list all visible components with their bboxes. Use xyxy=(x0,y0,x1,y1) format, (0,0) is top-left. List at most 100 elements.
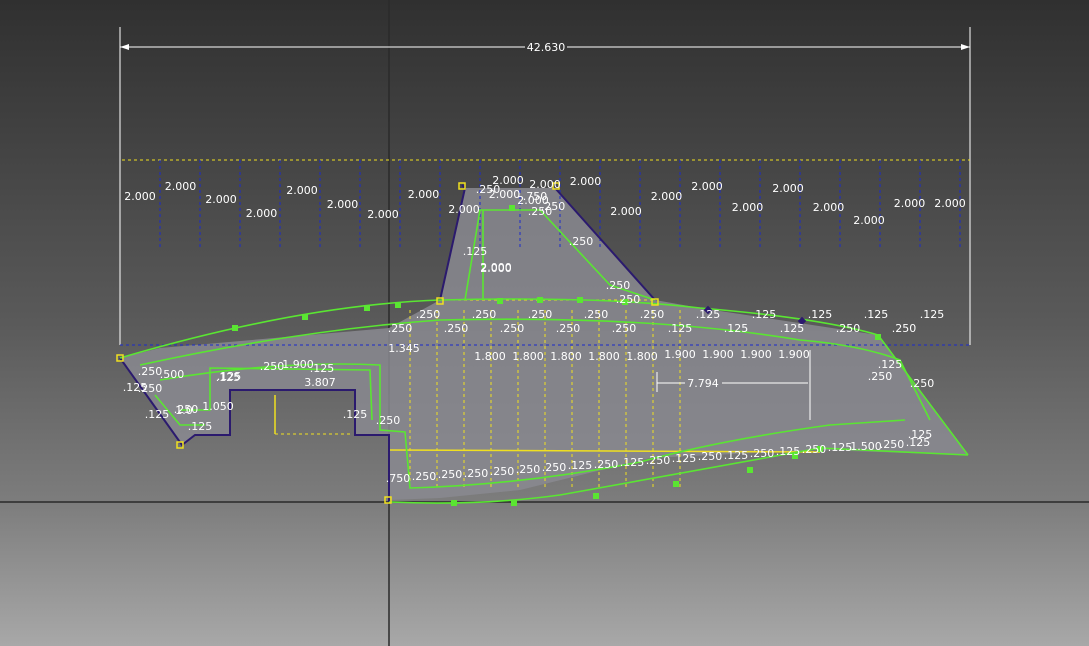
station-dimension[interactable]: 1.800 xyxy=(588,350,620,363)
sketch-point[interactable] xyxy=(395,302,401,308)
left-dimension[interactable]: .250 xyxy=(138,365,163,378)
top-spacing-dimension[interactable]: 2.000 xyxy=(367,208,399,221)
top-spacing-dimension[interactable]: 2.000 xyxy=(651,190,683,203)
sketch-point[interactable] xyxy=(232,325,238,331)
middle-dimension[interactable]: .125 xyxy=(808,308,833,321)
left-dimension[interactable]: .250 xyxy=(376,414,401,427)
top-spacing-dimension[interactable]: 2.000 xyxy=(732,201,764,214)
bottom-dimension[interactable]: .250 xyxy=(802,443,827,456)
bottom-dimension[interactable]: .125 xyxy=(724,449,749,462)
sketch-point[interactable] xyxy=(302,314,308,320)
sketch-point[interactable] xyxy=(511,500,517,506)
fin-dimension[interactable]: .250 xyxy=(476,183,501,196)
bottom-dimension[interactable]: .250 xyxy=(412,470,437,483)
station-dimension[interactable]: 1.900 xyxy=(740,348,772,361)
top-spacing-dimension[interactable]: 2.000 xyxy=(853,214,885,227)
top-spacing-dimension[interactable]: 2.000 xyxy=(124,190,156,203)
bottom-dimension[interactable]: .250 xyxy=(438,468,463,481)
top-spacing-dimension[interactable]: 2.000 xyxy=(691,180,723,193)
bottom-dimension[interactable]: .250 xyxy=(490,465,515,478)
top-spacing-dimension[interactable]: 2.000 xyxy=(894,197,926,210)
fin-dimension[interactable]: .250 xyxy=(569,235,594,248)
top-spacing-dimension[interactable]: 2.000 xyxy=(772,182,804,195)
middle-dimension[interactable]: .125 xyxy=(780,322,805,335)
top-spacing-dimension[interactable]: 2.000 xyxy=(286,184,318,197)
middle-dimension[interactable]: .125 xyxy=(864,308,889,321)
fin-dimension[interactable]: .250 xyxy=(616,293,641,306)
bottom-dimension[interactable]: .250 xyxy=(594,458,619,471)
station-dimension[interactable]: 1.800 xyxy=(626,350,658,363)
sketch-point[interactable] xyxy=(747,467,753,473)
bottom-dimension[interactable]: 1.500 xyxy=(850,440,882,453)
middle-dimension[interactable]: .250 xyxy=(416,308,441,321)
station-dimension[interactable]: 1.900 xyxy=(778,348,810,361)
fin-dimension[interactable]: .250 xyxy=(606,279,631,292)
bottom-dimension[interactable]: .250 xyxy=(542,461,567,474)
middle-dimension[interactable]: .250 xyxy=(388,322,413,335)
station-dimension[interactable]: 1.900 xyxy=(702,348,734,361)
top-spacing-dimension[interactable]: 2.000 xyxy=(448,203,480,216)
bottom-dimension[interactable]: .750 xyxy=(386,472,411,485)
left-dimension[interactable]: .250 xyxy=(138,382,163,395)
station-dimensions[interactable]: 1.800 1.800 1.800 1.800 1.800 1.900 1.900 1.900… xyxy=(474,348,810,363)
left-dimension[interactable]: .125 xyxy=(188,420,213,433)
sketch-point[interactable] xyxy=(593,493,599,499)
bottom-dimension[interactable]: .125 xyxy=(672,452,697,465)
sketch-canvas[interactable]: 42.630 2.000 2.000 2.000 2.000 2.000 2.000 2.0… xyxy=(0,0,1089,646)
station-dimension[interactable]: 1.800 xyxy=(512,350,544,363)
sketch-point[interactable] xyxy=(673,481,679,487)
middle-dimension[interactable]: .250 xyxy=(584,308,609,321)
sketch-point[interactable] xyxy=(537,297,543,303)
middle-dimension[interactable]: .250 xyxy=(612,322,637,335)
misc-dimension[interactable]: 2.000 xyxy=(480,262,512,275)
bottom-dimension[interactable]: .125 xyxy=(828,441,853,454)
left-dimension[interactable]: .125 xyxy=(145,408,170,421)
sketch-point[interactable] xyxy=(577,297,583,303)
bottom-dimension[interactable]: .250 xyxy=(646,454,671,467)
top-spacing-dimension[interactable]: 2.000 xyxy=(408,188,440,201)
station-dimension[interactable]: 1.800 xyxy=(474,350,506,363)
right-dimension[interactable]: .125 xyxy=(908,428,933,441)
middle-dimension[interactable]: .250 xyxy=(640,308,665,321)
middle-dimension[interactable]: .250 xyxy=(836,322,861,335)
middle-dimension[interactable]: .250 xyxy=(892,322,917,335)
left-dimension[interactable]: 3.807 xyxy=(304,376,336,389)
middle-dimension[interactable]: .125 xyxy=(920,308,945,321)
middle-dimension[interactable]: .250 xyxy=(444,322,469,335)
left-dimension[interactable]: .125 xyxy=(343,408,368,421)
left-dimension[interactable]: .250 xyxy=(260,360,285,373)
sketch-point[interactable] xyxy=(875,334,881,340)
misc-dimension[interactable]: 1.0 xyxy=(175,404,193,417)
left-dimension[interactable]: 1.050 xyxy=(202,400,234,413)
bottom-dimension[interactable]: .250 xyxy=(880,438,905,451)
bottom-dimension[interactable]: .125 xyxy=(620,456,645,469)
middle-dimension[interactable]: .250 xyxy=(500,322,525,335)
top-spacing-dimension[interactable]: 2.000 xyxy=(165,180,197,193)
bottom-dimension[interactable]: .125 xyxy=(776,445,801,458)
top-spacing-dimension[interactable]: 2.000 xyxy=(327,198,359,211)
right-dimension[interactable]: .250 xyxy=(910,377,935,390)
misc-dimension[interactable]: .125 xyxy=(216,371,241,384)
middle-dimension[interactable]: .125 xyxy=(668,322,693,335)
top-spacing-dimension[interactable]: 2.000 xyxy=(934,197,966,210)
left-dimension[interactable]: .500 xyxy=(160,368,185,381)
middle-dimension[interactable]: .250 xyxy=(556,322,581,335)
middle-dimension[interactable]: .125 xyxy=(752,308,777,321)
middle-dimension[interactable]: .250 xyxy=(472,308,497,321)
top-spacing-dimension[interactable]: 2.000 xyxy=(246,207,278,220)
sketch-point[interactable] xyxy=(451,500,457,506)
top-spacing-dimension[interactable]: 2.000 xyxy=(570,175,602,188)
sketch-point[interactable] xyxy=(509,205,515,211)
right-dimension[interactable]: .250 xyxy=(868,370,893,383)
top-spacing-dimension[interactable]: 2.000 xyxy=(813,201,845,214)
bottom-dimension[interactable]: .125 xyxy=(568,459,593,472)
left-dimension[interactable]: .125 xyxy=(310,362,335,375)
bottom-dimension[interactable]: .250 xyxy=(698,450,723,463)
top-spacing-dimension[interactable]: 2.000 xyxy=(205,193,237,206)
station-dimension[interactable]: 1.900 xyxy=(664,348,696,361)
bottom-dimension[interactable]: .250 xyxy=(516,463,541,476)
middle-dimension[interactable]: .125 xyxy=(724,322,749,335)
sketch-point[interactable] xyxy=(364,305,370,311)
misc-dimension[interactable]: 1.345 xyxy=(388,342,420,355)
middle-dimension[interactable]: .125 xyxy=(696,308,721,321)
